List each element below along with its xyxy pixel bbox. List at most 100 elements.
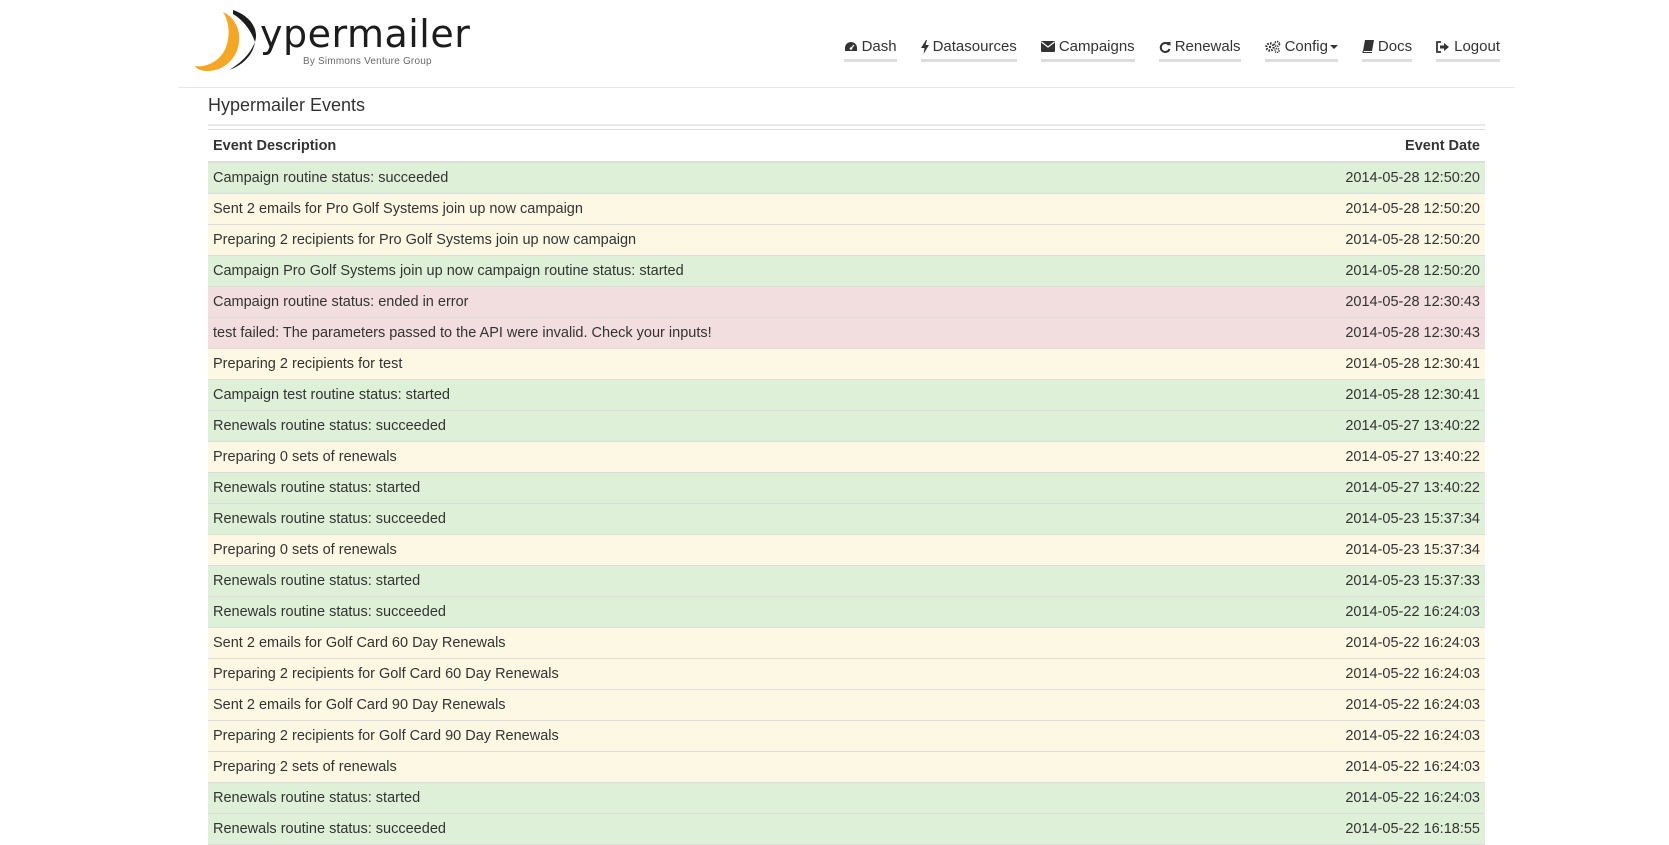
table-row: Preparing 2 sets of renewals 2014-05-22 1…	[208, 751, 1485, 783]
event-description: Renewals routine status: succeeded	[208, 503, 1203, 535]
table-row: Preparing 0 sets of renewals 2014-05-27 1…	[208, 441, 1485, 473]
table-row: Renewals routine status: succeeded 2014-0…	[208, 813, 1485, 845]
event-description: Campaign routine status: succeeded	[208, 162, 1203, 194]
nav-config-dropdown[interactable]: Config	[1264, 38, 1338, 62]
nav-datasources-label: Datasources	[932, 38, 1017, 55]
event-date: 2014-05-22 16:24:03	[1202, 596, 1485, 628]
page-title: Hypermailer Events	[208, 95, 366, 115]
envelope-icon	[1040, 41, 1055, 52]
event-description: Sent 2 emails for Pro Golf Systems join …	[208, 193, 1203, 225]
table-row: Campaign test routine status: started 201…	[208, 379, 1485, 411]
event-date: 2014-05-27 13:40:22	[1202, 441, 1485, 473]
event-date: 2014-05-22 16:24:03	[1202, 658, 1485, 690]
event-date: 2014-05-28 12:30:43	[1202, 317, 1485, 349]
navbar: ypermailer By Simmons Venture Group Dash…	[178, 0, 1515, 88]
main-nav: Dash Datasources Campaigns Renewals Conf…	[820, 38, 1500, 62]
table-row: Preparing 0 sets of renewals 2014-05-23 1…	[208, 534, 1485, 566]
column-header-date[interactable]: Event Date	[1202, 129, 1485, 163]
event-description: Campaign routine status: ended in error	[208, 286, 1203, 318]
events-table-body: Campaign routine status: succeeded 2014-0…	[208, 162, 1485, 845]
event-date: 2014-05-23 15:37:34	[1202, 503, 1485, 535]
event-date: 2014-05-27 13:40:22	[1202, 410, 1485, 442]
nav-datasources[interactable]: Datasources	[920, 38, 1017, 62]
nav-config-label: Config	[1284, 38, 1328, 55]
event-date: 2014-05-27 13:40:22	[1202, 472, 1485, 504]
title-divider	[208, 124, 1485, 126]
event-description: Preparing 2 recipients for Golf Card 90 …	[208, 720, 1203, 752]
logo-tagline: By Simmons Venture Group	[303, 56, 432, 67]
header-row: Event Description Event Date	[208, 129, 1485, 163]
column-header-description[interactable]: Event Description	[208, 129, 1203, 163]
events-table: Event Description Event Date Campaign ro…	[208, 129, 1485, 845]
event-description: Renewals routine status: started	[208, 565, 1203, 597]
table-row: Renewals routine status: succeeded 2014-0…	[208, 596, 1485, 628]
table-row: Renewals routine status: succeeded 2014-0…	[208, 503, 1485, 535]
event-date: 2014-05-28 12:50:20	[1202, 255, 1485, 287]
table-row: Sent 2 emails for Pro Golf Systems join …	[208, 193, 1485, 225]
event-date: 2014-05-22 16:24:03	[1202, 782, 1485, 814]
event-date: 2014-05-23 15:37:33	[1202, 565, 1485, 597]
nav-campaigns-label: Campaigns	[1058, 38, 1135, 55]
event-description: Sent 2 emails for Golf Card 60 Day Renew…	[208, 627, 1203, 659]
cogs-icon	[1264, 40, 1280, 53]
nav-logout-label: Logout	[1454, 38, 1500, 55]
nav-docs-label: Docs	[1377, 38, 1413, 55]
page-container: ypermailer By Simmons Venture Group Dash…	[178, 0, 1515, 845]
table-row: Renewals routine status: started 2014-05-…	[208, 472, 1485, 504]
event-description: Preparing 2 recipients for test	[208, 348, 1203, 380]
table-row: Campaign Pro Golf Systems join up now ca…	[208, 255, 1485, 287]
sign-out-icon	[1436, 40, 1450, 53]
event-date: 2014-05-28 12:50:20	[1202, 193, 1485, 225]
table-row: Preparing 2 recipients for test 2014-05-2…	[208, 348, 1485, 380]
event-date: 2014-05-28 12:50:20	[1202, 224, 1485, 256]
table-row: Preparing 2 recipients for Golf Card 90 …	[208, 720, 1485, 752]
nav-renewals-label: Renewals	[1174, 38, 1241, 55]
event-date: 2014-05-22 16:24:03	[1202, 720, 1485, 752]
event-description: Sent 2 emails for Golf Card 90 Day Renew…	[208, 689, 1203, 721]
caret-down-icon	[1329, 44, 1338, 49]
event-description: Campaign Pro Golf Systems join up now ca…	[208, 255, 1203, 287]
table-row: Renewals routine status: succeeded 2014-0…	[208, 410, 1485, 442]
table-row: Campaign routine status: ended in error 2…	[208, 286, 1485, 318]
table-row: Renewals routine status: started 2014-05-…	[208, 782, 1485, 814]
event-description: Renewals routine status: started	[208, 472, 1203, 504]
event-date: 2014-05-23 15:37:34	[1202, 534, 1485, 566]
hypermailer-logo[interactable]: ypermailer By Simmons Venture Group	[193, 8, 473, 74]
table-row: Campaign routine status: succeeded 2014-0…	[208, 162, 1485, 194]
table-row: Renewals routine status: started 2014-05-…	[208, 565, 1485, 597]
logo-swoosh-icon	[195, 10, 257, 72]
table-row: test failed: The parameters passed to th…	[208, 317, 1485, 349]
table-row: Sent 2 emails for Golf Card 90 Day Renew…	[208, 689, 1485, 721]
table-row: Preparing 2 recipients for Golf Card 60 …	[208, 658, 1485, 690]
logo-wordmark: ypermailer	[260, 12, 471, 56]
event-date: 2014-05-28 12:30:43	[1202, 286, 1485, 318]
nav-campaigns[interactable]: Campaigns	[1040, 38, 1135, 62]
event-date: 2014-05-22 16:24:03	[1202, 751, 1485, 783]
bolt-icon	[920, 39, 929, 54]
event-description: Preparing 0 sets of renewals	[208, 441, 1203, 473]
nav-dash[interactable]: Dash	[843, 38, 897, 62]
event-description: Campaign test routine status: started	[208, 379, 1203, 411]
table-row: Preparing 2 recipients for Pro Golf Syst…	[208, 224, 1485, 256]
event-date: 2014-05-28 12:30:41	[1202, 348, 1485, 380]
event-date: 2014-05-22 16:18:55	[1202, 813, 1485, 845]
table-row: Sent 2 emails for Golf Card 60 Day Renew…	[208, 627, 1485, 659]
event-date: 2014-05-28 12:30:41	[1202, 379, 1485, 411]
dashboard-icon	[844, 41, 857, 51]
event-description: Renewals routine status: succeeded	[208, 596, 1203, 628]
book-icon	[1362, 40, 1374, 53]
nav-docs[interactable]: Docs	[1361, 38, 1413, 62]
nav-renewals[interactable]: Renewals	[1158, 38, 1241, 62]
event-description: test failed: The parameters passed to th…	[208, 317, 1203, 349]
event-description: Renewals routine status: succeeded	[208, 813, 1203, 845]
event-date: 2014-05-22 16:24:03	[1202, 627, 1485, 659]
event-description: Preparing 2 recipients for Pro Golf Syst…	[208, 224, 1203, 256]
nav-dash-label: Dash	[861, 38, 897, 55]
event-description: Renewals routine status: started	[208, 782, 1203, 814]
nav-logout[interactable]: Logout	[1436, 38, 1500, 62]
event-description: Preparing 2 sets of renewals	[208, 751, 1203, 783]
event-date: 2014-05-22 16:24:03	[1202, 689, 1485, 721]
events-table-header: Event Description Event Date	[208, 129, 1485, 163]
event-date: 2014-05-28 12:50:20	[1202, 162, 1485, 194]
refresh-icon	[1159, 41, 1171, 53]
